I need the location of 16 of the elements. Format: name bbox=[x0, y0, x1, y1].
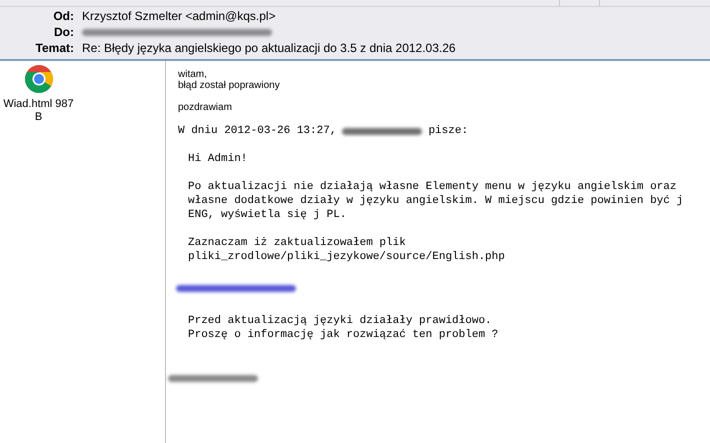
header-value: Re: Błędy języka angielskiego po aktualizacji do 3.5 z dnia 2012.03.26 bbox=[82, 40, 456, 57]
quote-intro: W dniu 2012-03-26 13:27, bbox=[178, 124, 336, 138]
header-label: Do: bbox=[53, 24, 75, 41]
quoted-paragraph: Hi Admin! bbox=[188, 152, 248, 166]
quoted-paragraph: Zaznaczam iż zaktualizowałem plik pliki_zrodlowe/pliki_jezykowe/source/English.php bbox=[188, 236, 506, 264]
header-label: Temat: bbox=[34, 40, 75, 57]
quote-intro: pisze: bbox=[428, 124, 468, 138]
quoted-paragraph: Po aktualizacji nie działają własne Elementy menu w języku angielskim oraz własne dodatkowe działy w języku angielskim. W miejscu gdzie powinien być j ENG, wyświetla się j PL. bbox=[188, 180, 684, 222]
quoted-paragraph: Przed aktualizacją języki działały prawidłowo. Proszę o informację jak rozwiązać ten problem ? bbox=[188, 314, 500, 342]
header-label: Od: bbox=[52, 8, 75, 25]
attachment-name[interactable]: Wiad.html 987 B bbox=[0, 98, 78, 124]
header-value: Krzysztof Szmelter <admin@kqs.pl> bbox=[82, 8, 276, 25]
reply-line: pozdrawiam bbox=[178, 102, 233, 113]
browser-logo-icon bbox=[24, 64, 54, 94]
reply-line: błąd został poprawiony bbox=[178, 80, 281, 91]
reply-line: witam, bbox=[178, 69, 208, 80]
